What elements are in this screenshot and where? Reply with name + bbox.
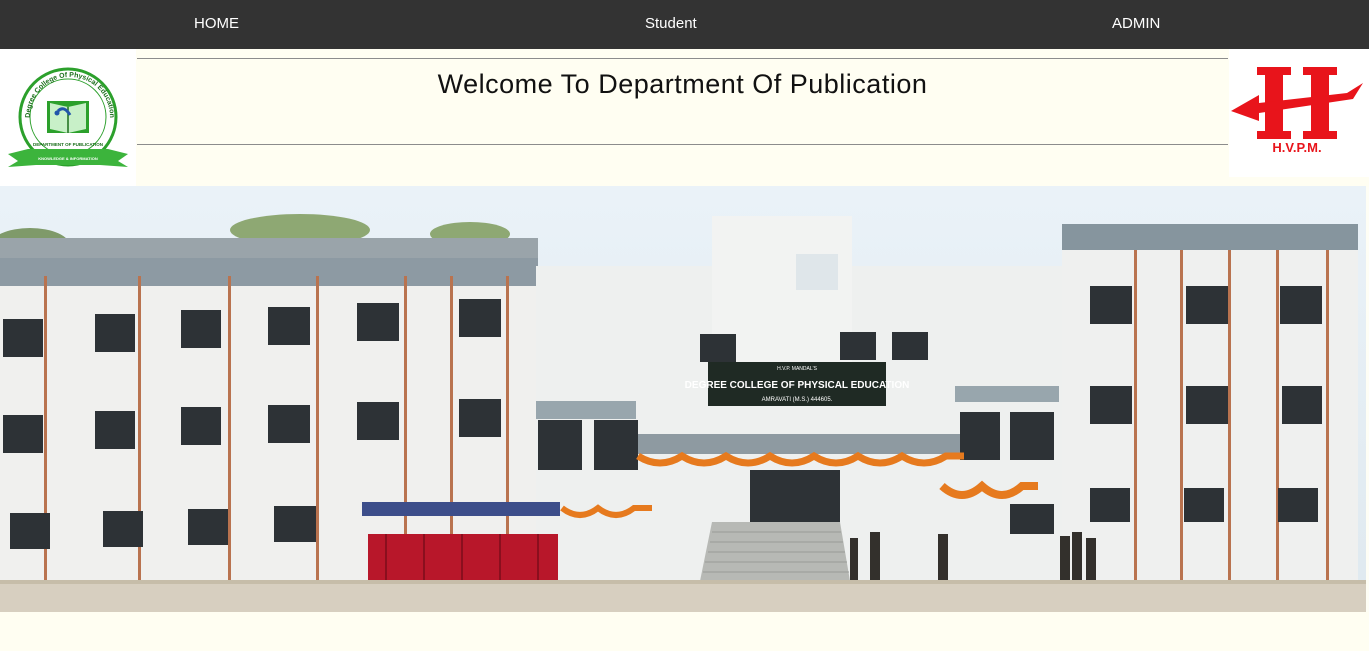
title-box: Welcome To Department Of Publication: [137, 58, 1228, 145]
header: Degree College Of Physical Education DEP…: [0, 49, 1369, 187]
hvpm-text: H.V.P.M.: [1272, 140, 1321, 155]
page-title: Welcome To Department Of Publication: [437, 69, 928, 99]
logo-motto-text: KNOWLEDGE & INFORMATION: [38, 156, 98, 161]
nav-admin-link[interactable]: ADMIN: [1112, 0, 1160, 49]
book-logo-icon: Degree College Of Physical Education DEP…: [8, 67, 128, 167]
sign-line1: H.V.P. MANDAL'S: [777, 366, 818, 372]
page-bottom: [0, 612, 1369, 651]
hvpm-logo: H.V.P.M.: [1229, 49, 1369, 177]
sign-line2: DEGREE COLLEGE OF PHYSICAL EDUCATION: [685, 380, 910, 391]
college-building-photo: H.V.P. MANDAL'S DEGREE COLLEGE OF PHYSIC…: [0, 186, 1366, 612]
department-logo: Degree College Of Physical Education DEP…: [0, 49, 136, 187]
logo-ribbon-text: DEPARTMENT OF PUBLICATION: [33, 142, 103, 147]
hvpm-logo-icon: H.V.P.M.: [1231, 67, 1363, 155]
nav-student-link[interactable]: Student: [645, 0, 697, 49]
nav-home-link[interactable]: HOME: [194, 0, 239, 49]
sign-line3: AMRAVATI (M.S.) 444605.: [762, 397, 833, 403]
top-navbar: HOME Student ADMIN: [0, 0, 1369, 49]
